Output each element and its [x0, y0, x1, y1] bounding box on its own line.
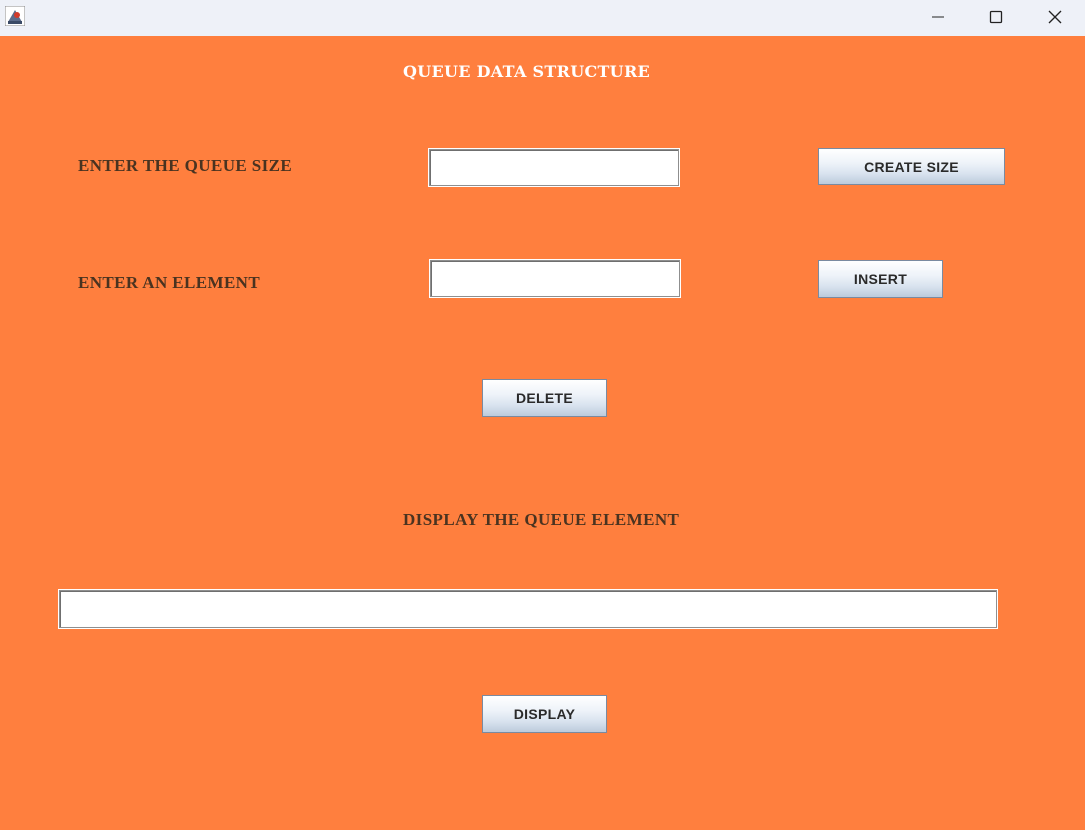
queue-size-input[interactable] [429, 149, 679, 186]
create-size-button[interactable]: CREATE SIZE [818, 148, 1005, 185]
minimize-button[interactable] [909, 0, 967, 34]
java-app-icon [5, 6, 25, 26]
title-bar[interactable] [0, 0, 1085, 36]
queue-form: QUEUE DATA STRUCTURE ENTER THE QUEUE SIZ… [0, 36, 1085, 830]
queue-size-label: ENTER THE QUEUE SIZE [78, 156, 293, 175]
minimize-icon [932, 16, 944, 18]
maximize-icon [989, 10, 1003, 24]
close-icon [1048, 10, 1062, 24]
display-label: DISPLAY THE QUEUE ELEMENT [403, 510, 680, 529]
display-output-field[interactable] [59, 590, 997, 628]
delete-button[interactable]: DELETE [482, 379, 607, 417]
insert-button[interactable]: INSERT [818, 260, 943, 298]
display-button[interactable]: DISPLAY [482, 695, 607, 733]
element-label: ENTER AN ELEMENT [78, 273, 261, 292]
close-button[interactable] [1026, 0, 1084, 34]
maximize-button[interactable] [967, 0, 1025, 34]
element-input[interactable] [430, 260, 680, 297]
page-title: QUEUE DATA STRUCTURE [403, 62, 651, 81]
app-window: QUEUE DATA STRUCTURE ENTER THE QUEUE SIZ… [0, 0, 1085, 830]
